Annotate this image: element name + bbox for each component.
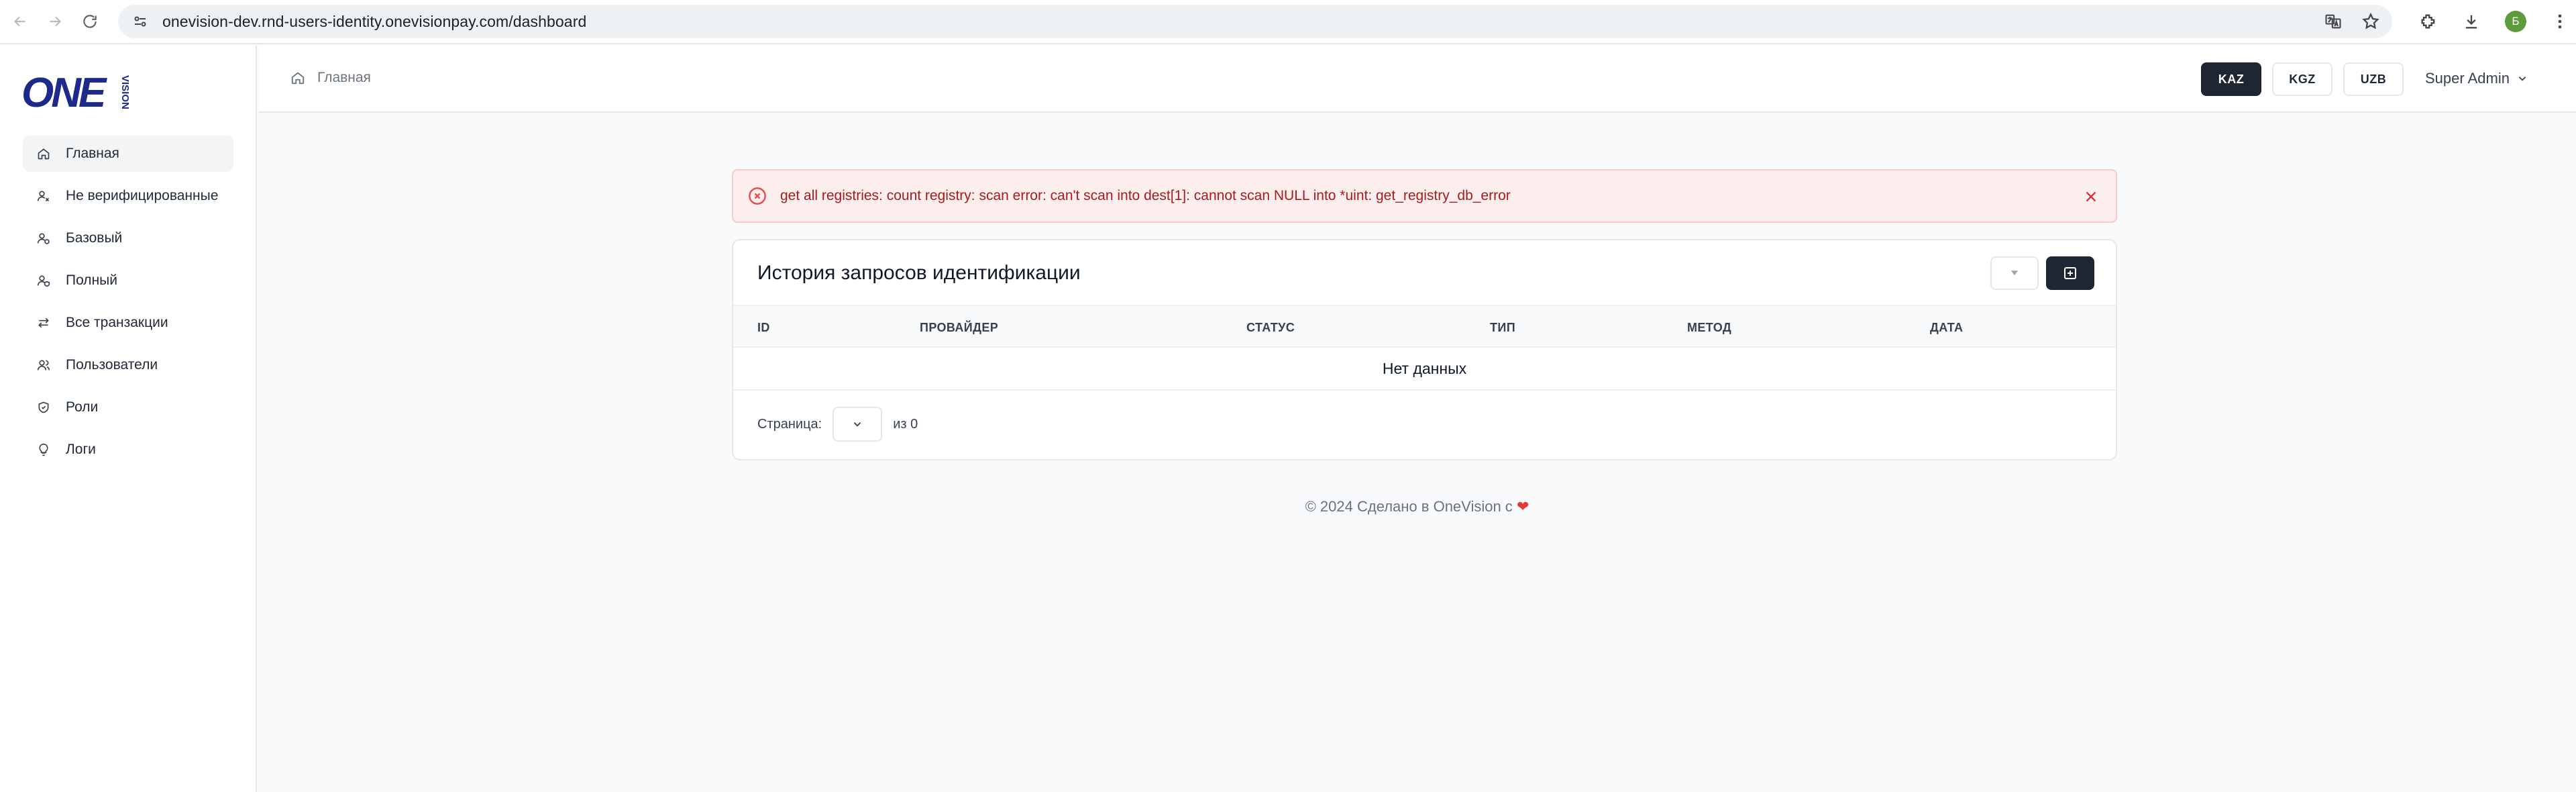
country-button-kaz[interactable]: KAZ xyxy=(2201,62,2261,96)
onevision-logo[interactable]: ONE VISION xyxy=(21,70,137,116)
chevron-down-icon xyxy=(854,422,861,427)
page-total: из 0 xyxy=(893,416,918,432)
card-title: История запросов идентификации xyxy=(757,262,1081,284)
site-settings-icon[interactable] xyxy=(130,11,150,32)
sidebar-item-basic[interactable]: Базовый xyxy=(23,220,233,256)
user-check-icon xyxy=(35,230,52,247)
user-name[interactable]: Super Admin xyxy=(2425,70,2510,87)
back-button[interactable] xyxy=(5,7,35,36)
sidebar-item-roles[interactable]: Роли xyxy=(23,389,233,426)
sidebar-item-logs[interactable]: Логи xyxy=(23,432,233,468)
error-alert: get all registries: count registry: scan… xyxy=(732,169,2117,223)
breadcrumb: Главная xyxy=(290,70,371,86)
chevron-down-icon xyxy=(2518,77,2526,81)
user-shield-icon xyxy=(35,272,52,289)
reload-icon xyxy=(83,15,97,28)
arrows-left-right-icon xyxy=(35,314,52,332)
reload-button[interactable] xyxy=(75,7,105,36)
url-text[interactable]: onevision-dev.rnd-users-identity.onevisi… xyxy=(162,13,586,31)
sidebar-item-home[interactable]: Главная xyxy=(23,136,233,172)
breadcrumb-home[interactable]: Главная xyxy=(317,70,371,86)
sidebar-item-label: Роли xyxy=(66,399,99,415)
address-bar[interactable]: onevision-dev.rnd-users-identity.onevisi… xyxy=(118,5,2392,38)
chrome-menu-icon[interactable] xyxy=(2551,12,2569,31)
export-button[interactable] xyxy=(2046,256,2094,290)
column-header-type[interactable]: ТИП xyxy=(1490,321,1515,335)
sidebar-item-label: Полный xyxy=(66,273,117,288)
footer: © 2024 Сделано в OneVision с ❤ xyxy=(258,498,2576,515)
arrow-left-icon xyxy=(13,16,25,27)
bookmark-star-icon[interactable] xyxy=(2361,12,2380,31)
page-select[interactable] xyxy=(833,407,883,442)
footer-text: © 2024 Сделано в OneVision с xyxy=(1305,498,1513,515)
country-button-kgz[interactable]: KGZ xyxy=(2272,62,2332,96)
sidebar-item-unverified[interactable]: Не верифицированные xyxy=(23,178,233,214)
shield-icon xyxy=(35,399,52,416)
sidebar-item-label: Главная xyxy=(66,146,119,161)
pagination: Страница: из 0 xyxy=(757,407,918,442)
empty-state: Нет данных xyxy=(733,348,2116,391)
country-button-uzb[interactable]: UZB xyxy=(2343,62,2404,96)
forward-button[interactable] xyxy=(40,7,70,36)
users-icon xyxy=(35,356,52,374)
error-message: get all registries: count registry: scan… xyxy=(780,188,1511,203)
profile-avatar[interactable]: Б xyxy=(2505,11,2526,32)
top-header: Главная KAZ KGZ UZB Super Admin xyxy=(258,46,2576,113)
filter-button[interactable] xyxy=(1990,256,2039,290)
sidebar-item-users[interactable]: Пользователи xyxy=(23,347,233,383)
country-switcher: KAZ KGZ UZB xyxy=(2201,62,2404,96)
page-label: Страница: xyxy=(757,416,822,432)
column-header-status[interactable]: СТАТУС xyxy=(1246,321,1295,335)
sidebar-nav: Главная Не верифицированные Базовый Полн… xyxy=(23,136,233,474)
sidebar-item-transactions[interactable]: Все транзакции xyxy=(23,305,233,341)
table-header: ID ПРОВАЙДЕР СТАТУС ТИП МЕТОД ДАТА xyxy=(733,305,2116,348)
sidebar-item-label: Базовый xyxy=(66,230,123,246)
close-icon[interactable] xyxy=(2082,188,2100,205)
column-header-provider[interactable]: ПРОВАЙДЕР xyxy=(920,321,998,335)
identification-history-card: История запросов идентификации ID ПРОВАЙ… xyxy=(732,239,2117,460)
lightbulb-icon xyxy=(35,441,52,458)
column-header-date[interactable]: ДАТА xyxy=(1930,321,1963,335)
home-icon xyxy=(35,145,52,162)
extensions-icon[interactable] xyxy=(2419,12,2438,31)
sidebar-item-label: Не верифицированные xyxy=(66,188,219,203)
svg-text:VISION: VISION xyxy=(119,75,131,109)
sidebar-item-full[interactable]: Полный xyxy=(23,262,233,299)
error-circle-icon xyxy=(749,187,766,205)
download-icon[interactable] xyxy=(2462,12,2481,31)
column-header-id[interactable]: ID xyxy=(757,321,770,335)
column-header-method[interactable]: МЕТОД xyxy=(1687,321,1731,335)
user-menu[interactable]: Super Admin xyxy=(2425,70,2528,87)
home-icon[interactable] xyxy=(290,70,305,85)
plus-square-icon xyxy=(2064,267,2076,279)
sidebar-item-label: Логи xyxy=(66,442,96,457)
arrow-right-icon xyxy=(50,16,62,27)
svg-text:ONE: ONE xyxy=(21,70,107,114)
filter-icon xyxy=(2010,270,2019,275)
browser-toolbar: onevision-dev.rnd-users-identity.onevisi… xyxy=(0,0,2576,44)
sidebar-item-label: Пользователи xyxy=(66,357,158,373)
translate-icon[interactable] xyxy=(2324,12,2343,31)
sidebar: ONE VISION Главная Не верифицированные Б… xyxy=(0,46,257,792)
heart-icon: ❤ xyxy=(1516,498,1529,515)
user-x-icon xyxy=(35,187,52,205)
sidebar-item-label: Все транзакции xyxy=(66,315,168,330)
